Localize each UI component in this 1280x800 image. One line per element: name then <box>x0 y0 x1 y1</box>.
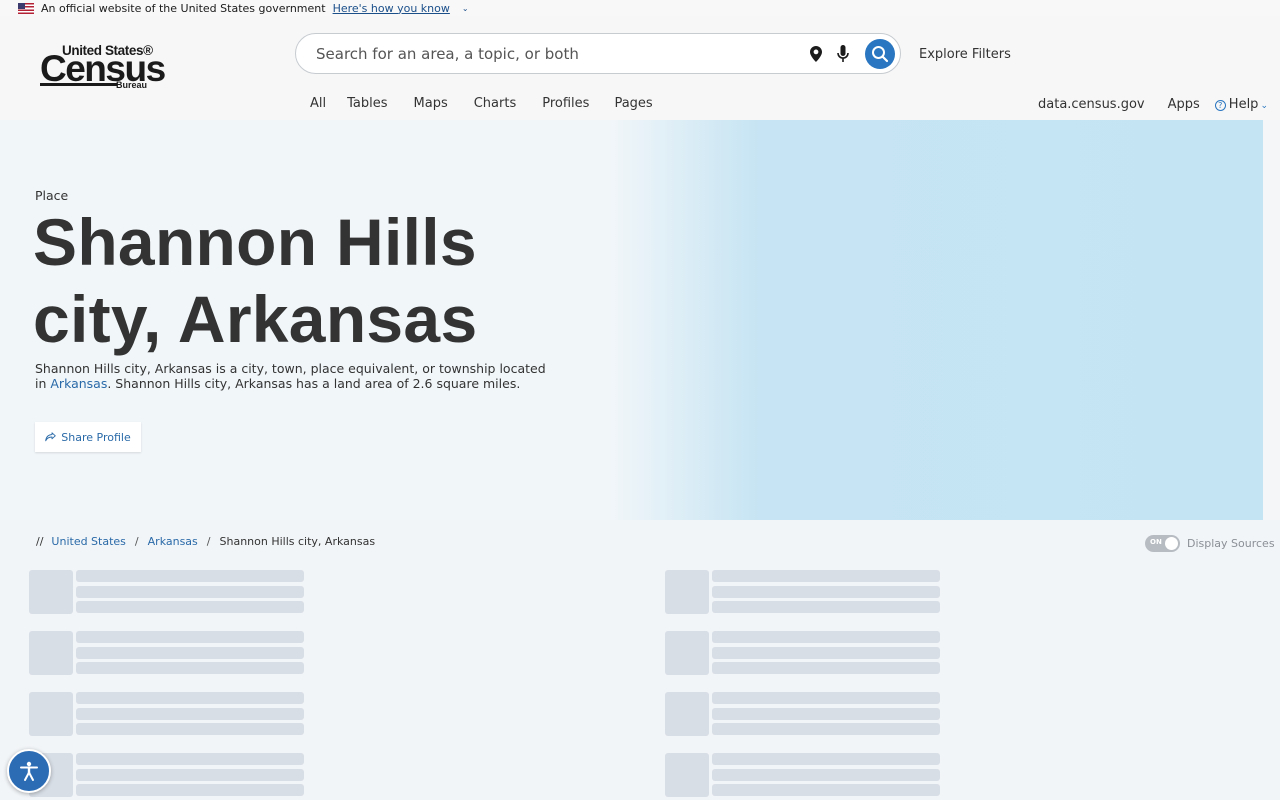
breadcrumb-prefix: // <box>36 535 44 548</box>
tab-charts[interactable]: Charts <box>474 96 517 111</box>
arkansas-link[interactable]: Arkansas <box>50 376 107 391</box>
loading-skeleton <box>665 692 941 736</box>
logo-underline <box>40 83 117 86</box>
chevron-down-icon[interactable]: ⌄ <box>462 4 469 13</box>
help-label: Help <box>1228 97 1259 112</box>
breadcrumb-current: Shannon Hills city, Arkansas <box>219 535 376 548</box>
heres-how-you-know-link[interactable]: Here's how you know <box>333 2 450 15</box>
search-button[interactable] <box>865 39 895 69</box>
share-icon <box>45 432 57 442</box>
accessibility-button[interactable] <box>7 749 51 793</box>
data-census-gov-link[interactable]: data.census.gov <box>1038 97 1145 112</box>
share-profile-label: Share Profile <box>61 430 131 444</box>
loading-skeleton <box>665 753 941 797</box>
breadcrumb-separator: / <box>206 535 211 548</box>
geo-type-label: Place <box>35 188 69 203</box>
toggle-state-text: ON <box>1150 538 1162 546</box>
us-flag-icon <box>18 2 34 14</box>
tab-maps[interactable]: Maps <box>414 96 448 111</box>
gov-banner-text: An official website of the United States… <box>41 1 326 15</box>
tab-profiles[interactable]: Profiles <box>542 96 589 111</box>
tab-tables[interactable]: Tables <box>347 96 387 111</box>
share-profile-button[interactable]: Share Profile <box>35 422 141 452</box>
microphone-icon[interactable] <box>837 45 849 67</box>
breadcrumb-arkansas[interactable]: Arkansas <box>148 535 198 548</box>
profile-content: // United States / Arkansas / Shannon Hi… <box>0 520 1280 800</box>
page-title: Shannon Hills city, Arkansas <box>33 205 478 356</box>
gov-banner: An official website of the United States… <box>0 0 1280 16</box>
display-sources-toggle[interactable]: ON <box>1145 535 1180 552</box>
loading-skeleton <box>29 753 305 797</box>
chevron-down-icon: ⌄ <box>1260 101 1268 111</box>
help-menu[interactable]: ? Help ⌄ <box>1214 97 1268 112</box>
location-pin-icon[interactable] <box>810 46 822 66</box>
profile-hero: Place Shannon Hills city, Arkansas Shann… <box>0 120 1263 520</box>
loading-skeleton <box>29 631 305 675</box>
site-header: United States® Census Bureau Explore Fil… <box>0 16 1280 120</box>
breadcrumb: // United States / Arkansas / Shannon Hi… <box>36 535 375 548</box>
explore-filters-button[interactable]: Explore Filters <box>919 47 1011 62</box>
loading-skeleton <box>665 570 941 614</box>
loading-skeleton <box>665 631 941 675</box>
loading-skeleton <box>29 692 305 736</box>
result-type-tabs: All Tables Maps Charts Profiles Pages <box>310 96 653 111</box>
logo-bureau-text: Bureau <box>116 80 148 90</box>
utility-nav: data.census.gov Apps ? Help ⌄ <box>1038 97 1268 112</box>
search-bar <box>295 33 901 74</box>
display-sources-label: Display Sources <box>1187 537 1275 550</box>
tab-pages[interactable]: Pages <box>614 96 652 111</box>
census-logo[interactable]: United States® Census Bureau <box>40 43 166 93</box>
accessibility-icon <box>20 761 38 781</box>
profile-description: Shannon Hills city, Arkansas is a city, … <box>35 361 555 391</box>
search-input[interactable] <box>316 44 786 64</box>
toggle-knob <box>1165 537 1178 550</box>
question-circle-icon: ? <box>1214 100 1226 111</box>
breadcrumb-united-states[interactable]: United States <box>51 535 126 548</box>
apps-link[interactable]: Apps <box>1168 97 1200 112</box>
description-text-end: . Shannon Hills city, Arkansas has a lan… <box>107 376 521 391</box>
search-icon <box>872 46 889 63</box>
breadcrumb-separator: / <box>134 535 139 548</box>
loading-skeleton <box>29 570 305 614</box>
tab-all[interactable]: All <box>310 96 326 111</box>
